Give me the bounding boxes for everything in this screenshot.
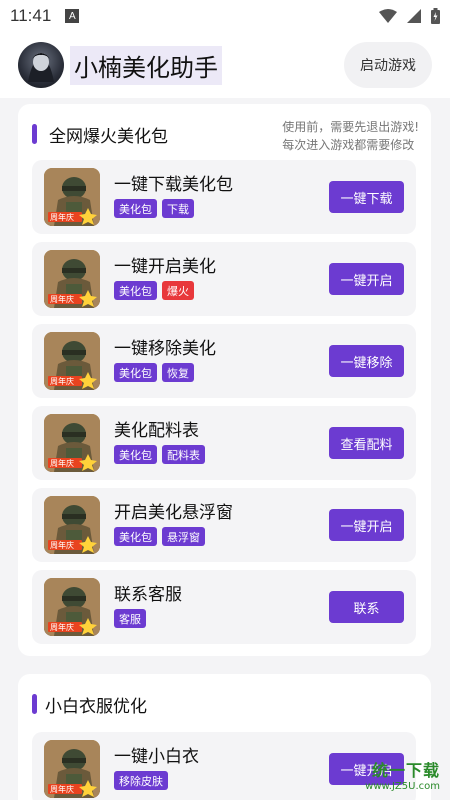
game-thumbnail: 周年庆 bbox=[44, 332, 100, 390]
action-button[interactable]: 一键下载 bbox=[329, 181, 404, 213]
tag-badge: 客服 bbox=[114, 609, 146, 628]
watermark-main: 统一下载 bbox=[371, 761, 440, 780]
section-title: 全网爆火美化包 bbox=[49, 126, 168, 147]
action-button[interactable]: 联系 bbox=[329, 591, 404, 623]
game-thumbnail: 周年庆 bbox=[44, 250, 100, 308]
game-thumbnail-icon: 周年庆 bbox=[44, 740, 100, 798]
item-title: 一键开启美化 bbox=[114, 257, 216, 277]
section-header: 全网爆火美化包 使用前，需要先退出游戏! 每次进入游戏都需要修改 bbox=[18, 104, 431, 164]
action-button[interactable]: 一键开启 bbox=[329, 263, 404, 295]
app-header: 小楠美化助手 启动游戏 bbox=[0, 32, 450, 98]
tag-group: 美化包 悬浮窗 bbox=[114, 527, 205, 546]
list-item: 周年庆 联系客服客服 联系 bbox=[32, 570, 416, 644]
launch-game-button[interactable]: 启动游戏 bbox=[344, 42, 432, 88]
tag-badge: 美化包 bbox=[114, 281, 157, 300]
tag-badge: 美化包 bbox=[114, 199, 157, 218]
watermark: 统一下载 www.JZ5U.com bbox=[365, 757, 440, 792]
wifi-icon bbox=[379, 9, 397, 23]
game-thumbnail: 周年庆 bbox=[44, 168, 100, 226]
section-header: 小白衣服优化 bbox=[18, 674, 431, 734]
svg-text:周年庆: 周年庆 bbox=[50, 458, 74, 468]
usage-note-line2: 每次进入游戏都需要修改 bbox=[282, 138, 415, 152]
battery-icon bbox=[431, 8, 440, 24]
game-thumbnail-icon: 周年庆 bbox=[44, 414, 100, 472]
svg-text:周年庆: 周年庆 bbox=[50, 212, 74, 222]
tag-badge: 下载 bbox=[162, 199, 194, 218]
beautify-pack-card: 全网爆火美化包 使用前，需要先退出游戏! 每次进入游戏都需要修改 周年庆 一键下载… bbox=[18, 104, 431, 656]
list-item: 周年庆 一键小白衣 移除皮肤 一键开启 bbox=[32, 732, 416, 800]
tag-group: 美化包 爆火 bbox=[114, 281, 194, 300]
tag-badge: 爆火 bbox=[162, 281, 194, 300]
game-thumbnail: 周年庆 bbox=[44, 414, 100, 472]
game-thumbnail-icon: 周年庆 bbox=[44, 168, 100, 226]
item-title: 一键移除美化 bbox=[114, 339, 216, 359]
svg-text:周年庆: 周年庆 bbox=[50, 540, 74, 550]
svg-text:周年庆: 周年庆 bbox=[50, 376, 74, 386]
status-time: 11:41 bbox=[10, 6, 52, 25]
game-thumbnail: 周年庆 bbox=[44, 496, 100, 554]
item-title: 开启美化悬浮窗 bbox=[114, 503, 233, 523]
game-thumbnail: 周年庆 bbox=[44, 578, 100, 636]
game-thumbnail-icon: 周年庆 bbox=[44, 496, 100, 554]
list-item: 周年庆 美化配料表美化包 配料表 查看配料 bbox=[32, 406, 416, 480]
a-notification-icon: A bbox=[65, 9, 80, 23]
list-item: 周年庆 开启美化悬浮窗 美化包 悬浮窗 一键开启 bbox=[32, 488, 416, 562]
status-bar: 11:41 A bbox=[0, 0, 450, 32]
svg-text:周年庆: 周年庆 bbox=[50, 622, 74, 632]
list-item: 周年庆 一键下载美化包 美化包 下载 一键下载 bbox=[32, 160, 416, 234]
tag-badge: 移除皮肤 bbox=[114, 771, 168, 790]
tag-group: 客服 bbox=[114, 609, 146, 628]
item-title: 美化配料表 bbox=[114, 421, 199, 441]
svg-text:周年庆: 周年庆 bbox=[50, 784, 74, 794]
tag-badge: 美化包 bbox=[114, 527, 157, 546]
tag-group: 美化包 下载 bbox=[114, 199, 194, 218]
status-icons bbox=[379, 8, 440, 24]
action-button[interactable]: 查看配料 bbox=[329, 427, 404, 459]
signal-icon bbox=[407, 9, 421, 23]
game-thumbnail-icon: 周年庆 bbox=[44, 578, 100, 636]
item-title: 一键下载美化包 bbox=[114, 175, 233, 195]
avatar-figure-icon bbox=[28, 53, 54, 82]
section-accent-bar bbox=[32, 694, 37, 714]
svg-text:周年庆: 周年庆 bbox=[50, 294, 74, 304]
item-title: 一键小白衣 bbox=[114, 747, 199, 767]
game-thumbnail-icon: 周年庆 bbox=[44, 332, 100, 390]
action-button[interactable]: 一键开启 bbox=[329, 509, 404, 541]
game-thumbnail: 周年庆 bbox=[44, 740, 100, 798]
list-item: 周年庆 一键开启美化 美化包 爆火 一键开启 bbox=[32, 242, 416, 316]
tag-group: 美化包 恢复 bbox=[114, 363, 194, 382]
app-title: 小楠美化助手 bbox=[70, 45, 222, 85]
usage-note: 使用前，需要先退出游戏! 每次进入游戏都需要修改 bbox=[282, 118, 419, 154]
game-thumbnail-icon: 周年庆 bbox=[44, 250, 100, 308]
list-item: 周年庆 一键移除美化 美化包 恢复 一键移除 bbox=[32, 324, 416, 398]
watermark-url: www.JZ5U.com bbox=[365, 781, 440, 792]
section-accent-bar bbox=[32, 124, 37, 144]
action-button[interactable]: 一键移除 bbox=[329, 345, 404, 377]
section-title: 小白衣服优化 bbox=[45, 696, 147, 717]
tag-badge: 悬浮窗 bbox=[162, 527, 205, 546]
tag-group: 移除皮肤 bbox=[114, 771, 168, 790]
usage-note-line1: 使用前，需要先退出游戏! bbox=[282, 120, 419, 134]
tag-group: 美化包 配料表 bbox=[114, 445, 205, 464]
tag-badge: 恢复 bbox=[162, 363, 194, 382]
tag-badge: 美化包 bbox=[114, 445, 157, 464]
item-title: 联系客服 bbox=[114, 585, 182, 605]
tag-badge: 配料表 bbox=[162, 445, 205, 464]
avatar[interactable] bbox=[18, 42, 64, 88]
tag-badge: 美化包 bbox=[114, 363, 157, 382]
